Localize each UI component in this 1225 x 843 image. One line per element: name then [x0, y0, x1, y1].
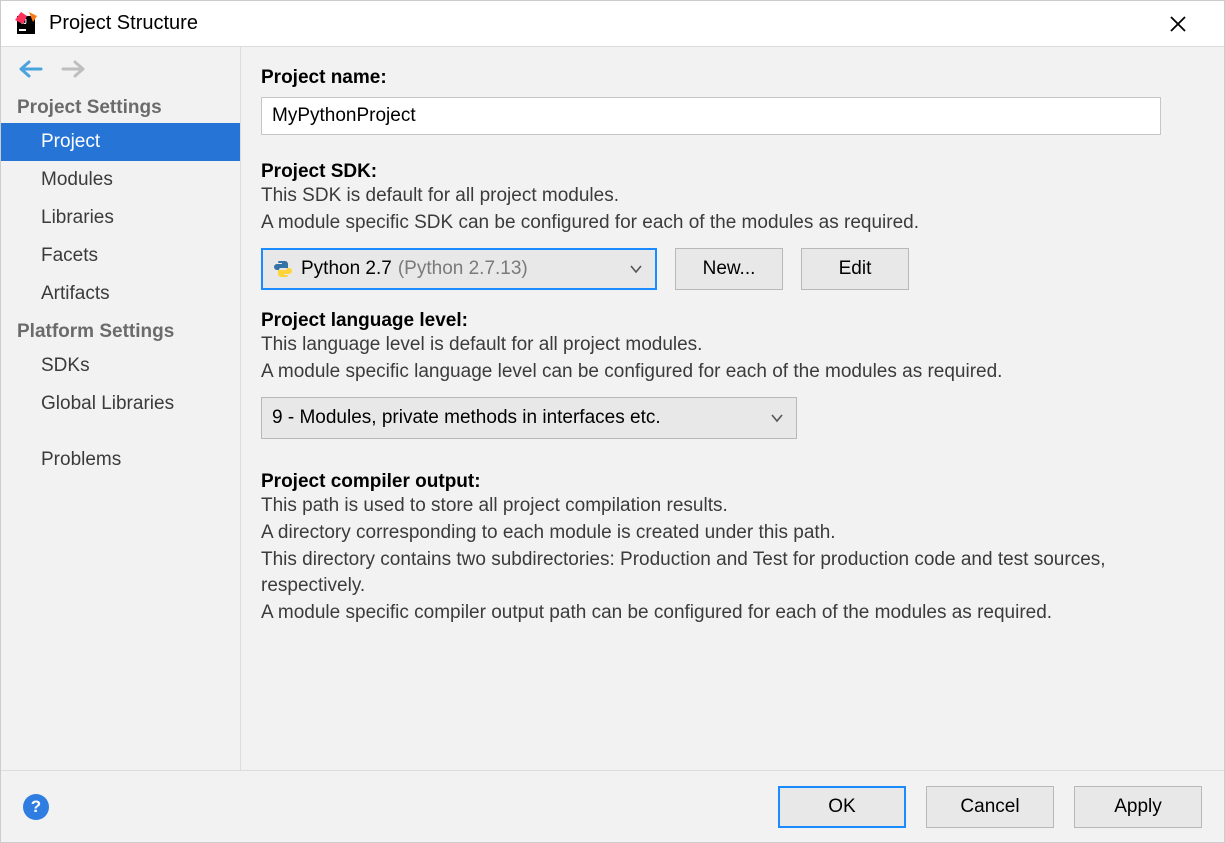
compiler-output-label: Project compiler output:	[261, 471, 1204, 493]
project-sdk-desc2: A module specific SDK can be configured …	[261, 210, 1204, 237]
back-arrow-icon[interactable]	[17, 59, 43, 79]
lang-level-desc1: This language level is default for all p…	[261, 332, 1204, 359]
sdk-selected-name: Python 2.7	[301, 258, 392, 280]
lang-level-selected: 9 - Modules, private methods in interfac…	[272, 407, 661, 429]
nav-item-libraries[interactable]: Libraries	[1, 199, 240, 237]
section-platform-settings: Platform Settings	[1, 313, 240, 347]
nav-item-sdks[interactable]: SDKs	[1, 347, 240, 385]
chevron-down-icon	[629, 264, 643, 274]
nav-item-modules[interactable]: Modules	[1, 161, 240, 199]
help-icon[interactable]: ?	[23, 794, 49, 820]
project-name-input[interactable]	[261, 97, 1161, 135]
dialog-footer: ? OK Cancel Apply	[1, 770, 1224, 842]
new-sdk-button[interactable]: New...	[675, 248, 783, 290]
ok-button[interactable]: OK	[778, 786, 906, 828]
compiler-output-line4: A module specific compiler output path c…	[261, 600, 1161, 627]
compiler-output-line3: This directory contains two subdirectori…	[261, 547, 1161, 600]
apply-button[interactable]: Apply	[1074, 786, 1202, 828]
project-sdk-label: Project SDK:	[261, 161, 1204, 183]
nav-item-problems[interactable]: Problems	[1, 441, 240, 479]
sdk-selected-detail: (Python 2.7.13)	[398, 258, 528, 280]
intellij-icon: IJ	[15, 12, 39, 36]
titlebar: IJ Project Structure	[1, 1, 1224, 46]
compiler-output-line2: A directory corresponding to each module…	[261, 520, 1204, 547]
nav-item-project[interactable]: Project	[1, 123, 240, 161]
window-title: Project Structure	[49, 12, 198, 35]
cancel-button[interactable]: Cancel	[926, 786, 1054, 828]
forward-arrow-icon[interactable]	[61, 59, 87, 79]
sidebar: Project Settings Project Modules Librari…	[1, 47, 241, 770]
chevron-down-icon	[770, 413, 784, 423]
project-sdk-dropdown[interactable]: Python 2.7 (Python 2.7.13)	[261, 248, 657, 290]
project-name-label: Project name:	[261, 67, 1204, 89]
lang-level-dropdown[interactable]: 9 - Modules, private methods in interfac…	[261, 397, 797, 439]
compiler-output-line1: This path is used to store all project c…	[261, 493, 1204, 520]
main-panel: Project name: Project SDK: This SDK is d…	[241, 47, 1224, 770]
lang-level-desc2: A module specific language level can be …	[261, 359, 1204, 386]
edit-sdk-button[interactable]: Edit	[801, 248, 909, 290]
project-structure-dialog: IJ Project Structure Project Settings Pr…	[0, 0, 1225, 843]
close-icon[interactable]	[1170, 16, 1210, 32]
lang-level-label: Project language level:	[261, 310, 1204, 332]
nav-item-facets[interactable]: Facets	[1, 237, 240, 275]
python-icon	[273, 259, 293, 279]
nav-item-global-libraries[interactable]: Global Libraries	[1, 385, 240, 423]
project-sdk-desc1: This SDK is default for all project modu…	[261, 183, 1204, 210]
section-project-settings: Project Settings	[1, 89, 240, 123]
nav-item-artifacts[interactable]: Artifacts	[1, 275, 240, 313]
